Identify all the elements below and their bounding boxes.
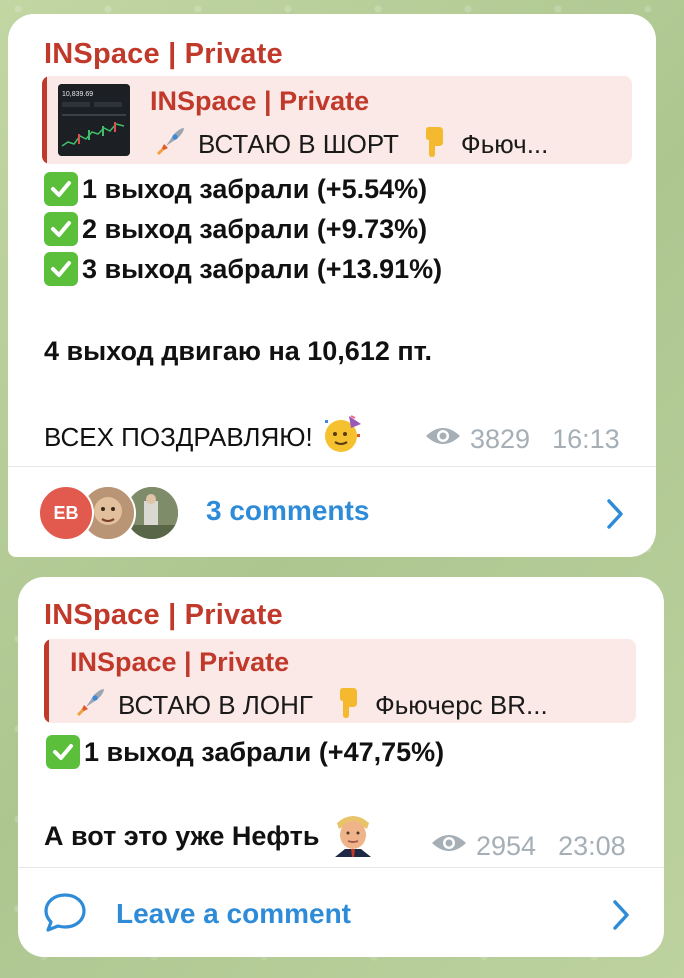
view-count: 3829 bbox=[470, 424, 531, 454]
person-face-icon bbox=[329, 809, 378, 864]
exit-line-3: 3 выход забрали (+13.91%) bbox=[44, 252, 442, 286]
reply-text-tail: Фьючерс BR... bbox=[374, 690, 548, 720]
message-text: А вот это уже Нефть bbox=[44, 809, 378, 864]
message-meta: 2954 23:08 bbox=[430, 831, 626, 862]
message-text-2-label: ВСЕХ ПОЗДРАВЛЯЮ! bbox=[44, 422, 313, 452]
checkmark-icon bbox=[44, 212, 78, 246]
view-count: 2954 bbox=[476, 831, 537, 861]
rocket-icon bbox=[154, 124, 188, 164]
reply-title: INSpace | Private bbox=[70, 647, 290, 677]
reply-text-tail: Фьюч... bbox=[460, 129, 549, 159]
eye-icon bbox=[424, 424, 462, 455]
reply-text: ВСТАЮ В ШОРТ Фьюч... bbox=[154, 124, 548, 164]
exit-line-text: 3 выход забрали (+13.91%) bbox=[82, 253, 443, 284]
reply-accent-bar bbox=[44, 639, 49, 723]
svg-text:10,839.69: 10,839.69 bbox=[62, 91, 93, 98]
reply-text-main: ВСТАЮ В ЛОНГ bbox=[118, 690, 313, 720]
avatar-stack: EB bbox=[38, 483, 188, 541]
leave-comment-link[interactable]: Leave a comment bbox=[116, 898, 351, 930]
exit-line-text: 1 выход забрали (+47,75%) bbox=[84, 736, 445, 767]
pointing-down-icon bbox=[331, 685, 365, 723]
message-time: 23:08 bbox=[558, 831, 626, 861]
exit-line-1: 1 выход забрали (+5.54%) bbox=[44, 172, 427, 206]
message-text-label: А вот это уже Нефть bbox=[44, 821, 320, 851]
reply-accent-bar bbox=[42, 76, 47, 164]
reply-title: INSpace | Private bbox=[150, 86, 370, 116]
exit-line-text: 1 выход забрали (+5.54%) bbox=[82, 173, 428, 204]
checkmark-icon bbox=[44, 172, 78, 206]
reply-quote[interactable]: 10,839.69 INSpace | Private ВСТАЮ В ШОРТ… bbox=[42, 76, 632, 164]
message-bubble[interactable]: INSpace | Private INSpace | Private ВСТА… bbox=[18, 577, 664, 957]
checkmark-icon bbox=[46, 735, 80, 769]
comments-link[interactable]: 3 comments bbox=[206, 495, 369, 527]
exit-line-1: 1 выход забрали (+47,75%) bbox=[46, 735, 444, 769]
sender-name[interactable]: INSpace | Private bbox=[44, 38, 283, 71]
chevron-right-icon[interactable] bbox=[604, 497, 626, 536]
comments-bar[interactable]: EB 3 comments bbox=[8, 467, 656, 557]
comments-bar[interactable]: Leave a comment bbox=[18, 868, 664, 957]
reply-thumbnail: 10,839.69 bbox=[58, 84, 130, 156]
message-text: 4 выход двигаю на 10,612 пт. bbox=[44, 336, 433, 366]
message-text-2: ВСЕХ ПОЗДРАВЛЯЮ! bbox=[44, 412, 365, 463]
party-face-icon bbox=[321, 412, 365, 463]
message-bubble[interactable]: INSpace | Private 10,839.69 INSpace | Pr… bbox=[8, 14, 656, 557]
chevron-right-icon[interactable] bbox=[610, 898, 632, 937]
rocket-icon bbox=[74, 685, 108, 723]
comment-bubble-icon bbox=[42, 892, 88, 939]
avatar: EB bbox=[38, 485, 94, 541]
avatar-initials: EB bbox=[53, 502, 79, 523]
reply-text-main: ВСТАЮ В ШОРТ bbox=[198, 129, 399, 159]
exit-line-text: 2 выход забрали (+9.73%) bbox=[82, 213, 428, 244]
reply-quote[interactable]: INSpace | Private ВСТАЮ В ЛОНГ Фьючерс B… bbox=[44, 639, 636, 723]
pointing-down-icon bbox=[417, 124, 451, 164]
exit-line-2: 2 выход забрали (+9.73%) bbox=[44, 212, 427, 246]
eye-icon bbox=[430, 831, 468, 862]
checkmark-icon bbox=[44, 252, 78, 286]
message-meta: 3829 16:13 bbox=[424, 424, 620, 455]
message-time: 16:13 bbox=[552, 424, 620, 454]
sender-name[interactable]: INSpace | Private bbox=[44, 599, 283, 632]
reply-text: ВСТАЮ В ЛОНГ Фьючерс BR... bbox=[74, 685, 548, 723]
